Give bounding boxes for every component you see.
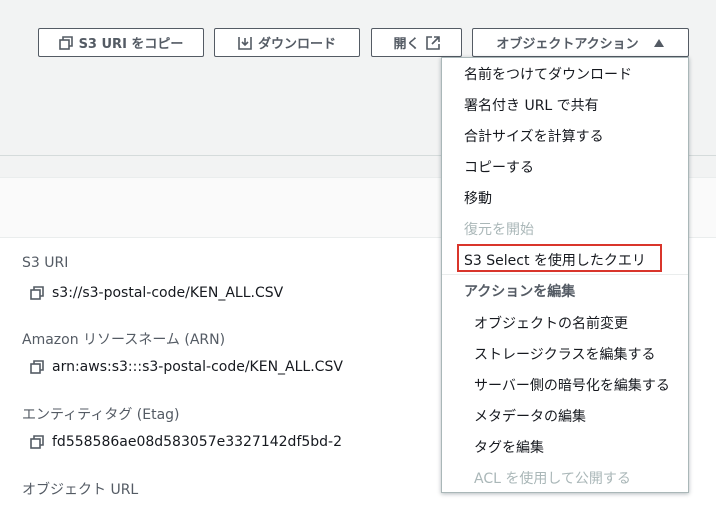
menu-divider: [442, 274, 688, 275]
menu-item-start-restore: 復元を開始: [464, 222, 534, 238]
external-link-icon: [425, 35, 440, 50]
menu-item-copy[interactable]: コピーする: [464, 157, 534, 177]
copy-icon[interactable]: [30, 360, 44, 374]
caret-up-icon: [653, 38, 665, 48]
copy-s3-uri-button[interactable]: S3 URI をコピー: [38, 28, 204, 57]
copy-s3-uri-label: S3 URI をコピー: [78, 37, 184, 52]
s3-uri-value[interactable]: s3://s3-postal-code/KEN_ALL.CSV: [30, 285, 283, 301]
download-label: ダウンロード: [257, 37, 336, 52]
menu-item-download-as[interactable]: 名前をつけてダウンロード: [464, 64, 632, 84]
menu-item-highlight-box: [457, 244, 662, 272]
menu-item-calculate-size[interactable]: 合計サイズを計算する: [464, 126, 604, 146]
s3-uri-text: s3://s3-postal-code/KEN_ALL.CSV: [52, 285, 284, 301]
menu-item-rename-object[interactable]: オブジェクトの名前変更: [474, 313, 628, 333]
object-url-label: オブジェクト URL: [22, 482, 139, 498]
s3-uri-label: S3 URI: [22, 255, 69, 271]
object-actions-label: オブジェクトアクション: [496, 37, 639, 52]
open-label: 開く: [393, 37, 420, 52]
etag-value[interactable]: fd558586ae08d583057e3327142df5bd-2: [30, 434, 342, 450]
download-button[interactable]: ダウンロード: [214, 28, 360, 57]
arn-value[interactable]: arn:aws:s3:::s3-postal-code/KEN_ALL.CSV: [30, 359, 343, 375]
etag-label: エンティティタグ (Etag): [22, 407, 180, 423]
etag-text: fd558586ae08d583057e3327142df5bd-2: [52, 434, 343, 450]
object-actions-button[interactable]: オブジェクトアクション: [472, 28, 689, 57]
menu-item-edit-storage-class[interactable]: ストレージクラスを編集する: [474, 344, 655, 364]
menu-item-edit-tags[interactable]: タグを編集: [474, 437, 544, 457]
menu-item-make-public-acl: ACL を使用して公開する: [474, 471, 631, 487]
menu-item-edit-server-side-encryption[interactable]: サーバー側の暗号化を編集する: [474, 375, 670, 395]
menu-item-move[interactable]: 移動: [464, 188, 492, 208]
arn-label: Amazon リソースネーム (ARN): [22, 332, 226, 348]
object-actions-menu: 名前をつけてダウンロード 署名付き URL で共有 合計サイズを計算する コピー…: [441, 57, 689, 493]
object-toolbar: S3 URI をコピー ダウンロード 開く オブジェクトアクション: [0, 0, 716, 60]
download-icon: [238, 36, 252, 50]
open-button[interactable]: 開く: [371, 28, 462, 57]
copy-icon[interactable]: [30, 435, 44, 449]
copy-icon: [58, 35, 73, 50]
copy-icon[interactable]: [30, 286, 44, 300]
menu-item-edit-metadata[interactable]: メタデータの編集: [474, 406, 586, 426]
arn-text: arn:aws:s3:::s3-postal-code/KEN_ALL.CSV: [52, 359, 343, 375]
menu-group-edit-actions: アクションを編集: [464, 284, 576, 300]
menu-item-share-presigned-url[interactable]: 署名付き URL で共有: [464, 95, 599, 115]
